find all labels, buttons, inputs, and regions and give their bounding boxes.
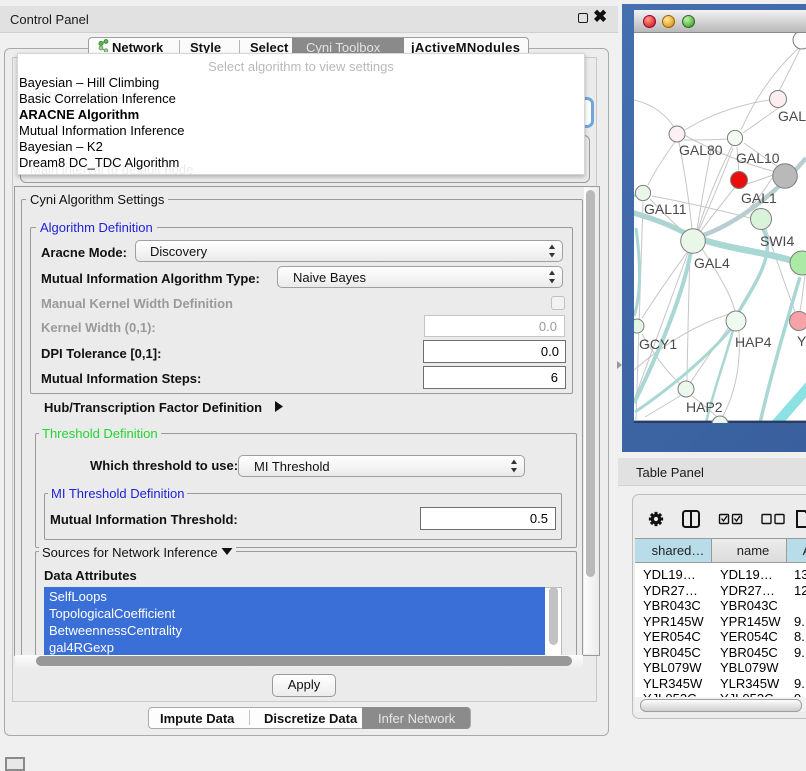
svg-text:GAL8: GAL8 xyxy=(778,108,806,124)
svg-text:HAP2: HAP2 xyxy=(686,399,723,415)
svg-text:Y: Y xyxy=(797,333,806,349)
svg-text:GAL4: GAL4 xyxy=(694,255,730,271)
svg-text:GCY1: GCY1 xyxy=(639,336,677,352)
svg-text:GAL11: GAL11 xyxy=(644,201,687,217)
svg-text:GAL1: GAL1 xyxy=(741,190,777,206)
svg-text:SWI4: SWI4 xyxy=(760,233,794,249)
svg-text:HAP4: HAP4 xyxy=(735,334,772,350)
svg-text:GAL10: GAL10 xyxy=(736,150,780,166)
svg-text:GAL80: GAL80 xyxy=(679,142,723,158)
